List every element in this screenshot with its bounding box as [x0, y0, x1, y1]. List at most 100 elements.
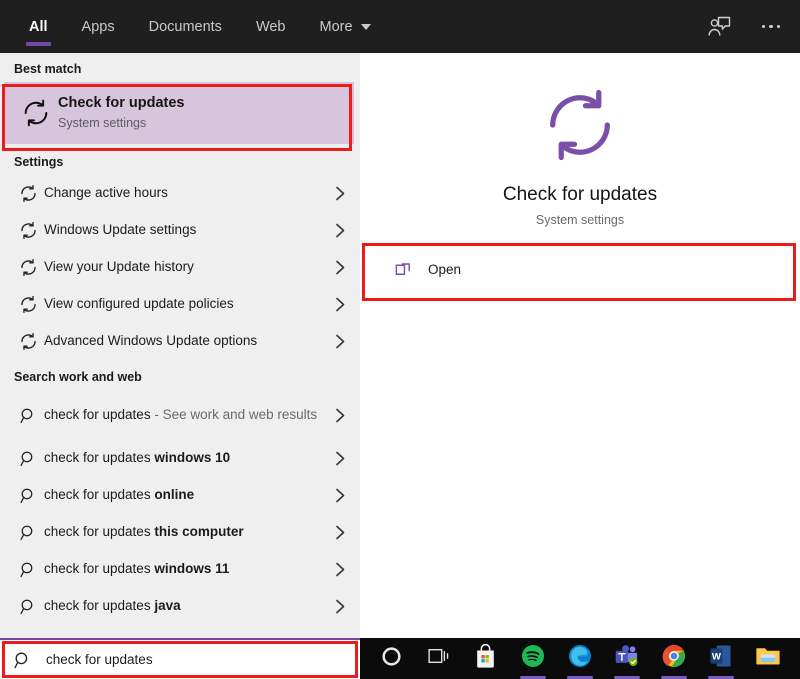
- web-item-label: check for updates windows 11: [44, 559, 335, 579]
- web-item-java[interactable]: check for updates java: [0, 588, 360, 625]
- search-icon: [12, 561, 44, 578]
- web-item-label: check for updates online: [44, 485, 335, 505]
- cortana-button[interactable]: [368, 638, 415, 679]
- chevron-right-icon: [335, 525, 346, 540]
- ellipsis-icon[interactable]: [758, 14, 784, 40]
- settings-item-label: View your Update history: [44, 259, 194, 275]
- chevron-right-icon: [335, 451, 346, 466]
- tab-all[interactable]: All: [12, 0, 65, 53]
- web-item-query: check for updates: [44, 450, 155, 466]
- settings-item-label: View configured update policies: [44, 296, 234, 312]
- google-chrome-button[interactable]: [650, 638, 697, 679]
- chevron-right-icon: [335, 562, 346, 577]
- sync-update-icon-large: [542, 87, 618, 168]
- preview-header: Check for updates System settings: [360, 53, 800, 227]
- microsoft-edge-button[interactable]: [556, 638, 603, 679]
- sync-update-icon: [12, 332, 44, 351]
- sync-update-icon: [12, 221, 44, 240]
- file-explorer-button[interactable]: [744, 638, 791, 679]
- microsoft-teams-button[interactable]: [603, 638, 650, 679]
- web-item-suffix: windows 11: [154, 561, 230, 577]
- settings-item-label: Windows Update settings: [44, 222, 197, 238]
- settings-item-change-active-hours[interactable]: Change active hours: [0, 175, 360, 212]
- microsoft-store-button[interactable]: [462, 638, 509, 679]
- microsoft-store-icon: [474, 643, 497, 673]
- search-icon: [12, 487, 44, 504]
- task-view-button[interactable]: [415, 638, 462, 679]
- web-item-windows-10[interactable]: check for updates windows 10: [0, 440, 360, 477]
- search-input[interactable]: [46, 640, 336, 679]
- spotify-icon: [521, 644, 545, 673]
- web-item-see-work-and-web-results[interactable]: check for updates - See work and web res…: [0, 390, 360, 440]
- best-match-text: Check for updates System settings: [58, 94, 185, 132]
- web-item-suffix: windows 10: [154, 450, 231, 466]
- windows-search-panel: All Apps Documents Web More Best match C…: [0, 0, 800, 679]
- settings-item-advanced-windows-update-options[interactable]: Advanced Windows Update options: [0, 323, 360, 360]
- sync-update-icon: [14, 98, 58, 128]
- taskbar: W: [0, 638, 800, 679]
- tab-apps[interactable]: Apps: [65, 0, 132, 53]
- web-item-label: check for updates - See work and web res…: [44, 405, 335, 425]
- web-item-query: check for updates: [44, 487, 155, 503]
- settings-heading: Settings: [14, 155, 64, 169]
- tab-apps-label: Apps: [81, 18, 115, 35]
- web-item-label: check for updates this computer: [44, 522, 335, 542]
- search-icon: [14, 651, 46, 669]
- chevron-right-icon: [335, 297, 346, 312]
- open-action-button[interactable]: Open: [366, 243, 792, 295]
- open-external-icon: [394, 260, 428, 279]
- tab-documents[interactable]: Documents: [132, 0, 239, 53]
- settings-item-windows-update-settings[interactable]: Windows Update settings: [0, 212, 360, 249]
- web-item-label: check for updates windows 10: [44, 448, 335, 468]
- sync-update-icon: [12, 184, 44, 203]
- settings-item-view-configured-update-policies[interactable]: View configured update policies: [0, 286, 360, 323]
- chevron-right-icon: [335, 186, 346, 201]
- tab-more[interactable]: More: [303, 0, 388, 53]
- web-item-query: check for updates: [44, 561, 155, 577]
- cortana-circle-icon: [381, 646, 402, 672]
- web-result-list: check for updates - See work and web res…: [0, 390, 360, 625]
- search-icon: [12, 407, 44, 424]
- web-item-suffix: - See work and web results: [150, 406, 318, 422]
- chevron-right-icon: [335, 488, 346, 503]
- web-item-windows-11[interactable]: check for updates windows 11: [0, 551, 360, 588]
- tab-web[interactable]: Web: [239, 0, 303, 53]
- task-view-icon: [427, 647, 450, 670]
- folder-icon: [755, 645, 781, 672]
- chevron-right-icon: [335, 260, 346, 275]
- search-filter-bar: All Apps Documents Web More: [0, 0, 800, 53]
- search-work-and-web-heading: Search work and web: [14, 370, 142, 384]
- search-icon: [12, 598, 44, 615]
- chevron-right-icon: [335, 408, 346, 423]
- person-feedback-icon[interactable]: [706, 14, 732, 40]
- chevron-right-icon: [335, 599, 346, 614]
- teams-icon: [614, 644, 639, 673]
- web-item-query: check for updates: [44, 406, 151, 422]
- web-item-label: check for updates java: [44, 596, 335, 616]
- best-match-result-check-for-updates[interactable]: Check for updates System settings: [4, 82, 354, 144]
- chevron-right-icon: [335, 334, 346, 349]
- settings-item-view-update-history[interactable]: View your Update history: [0, 249, 360, 286]
- search-icon: [12, 524, 44, 541]
- web-item-query: check for updates: [44, 598, 155, 614]
- best-match-subtitle: System settings: [58, 115, 147, 130]
- best-match-title: Check for updates: [58, 95, 185, 112]
- spotify-button[interactable]: [509, 638, 556, 679]
- taskbar-icons: W: [360, 638, 800, 679]
- web-item-this-computer[interactable]: check for updates this computer: [0, 514, 360, 551]
- web-item-suffix: online: [154, 487, 195, 503]
- search-results-panel: Best match Check for updates System sett…: [0, 53, 360, 638]
- web-item-suffix: java: [154, 598, 181, 614]
- edge-icon: [568, 644, 592, 673]
- svg-text:W: W: [712, 651, 722, 662]
- sync-update-icon: [12, 295, 44, 314]
- taskbar-search-box[interactable]: [0, 638, 360, 679]
- chevron-right-icon: [335, 223, 346, 238]
- topbar-actions: [706, 0, 800, 53]
- filter-tabs: All Apps Documents Web More: [0, 0, 388, 53]
- web-item-online[interactable]: check for updates online: [0, 477, 360, 514]
- chrome-icon: [662, 644, 686, 673]
- settings-result-list: Change active hours Windows Update setti…: [0, 175, 360, 360]
- microsoft-word-button[interactable]: W: [697, 638, 744, 679]
- open-action-label: Open: [428, 261, 462, 277]
